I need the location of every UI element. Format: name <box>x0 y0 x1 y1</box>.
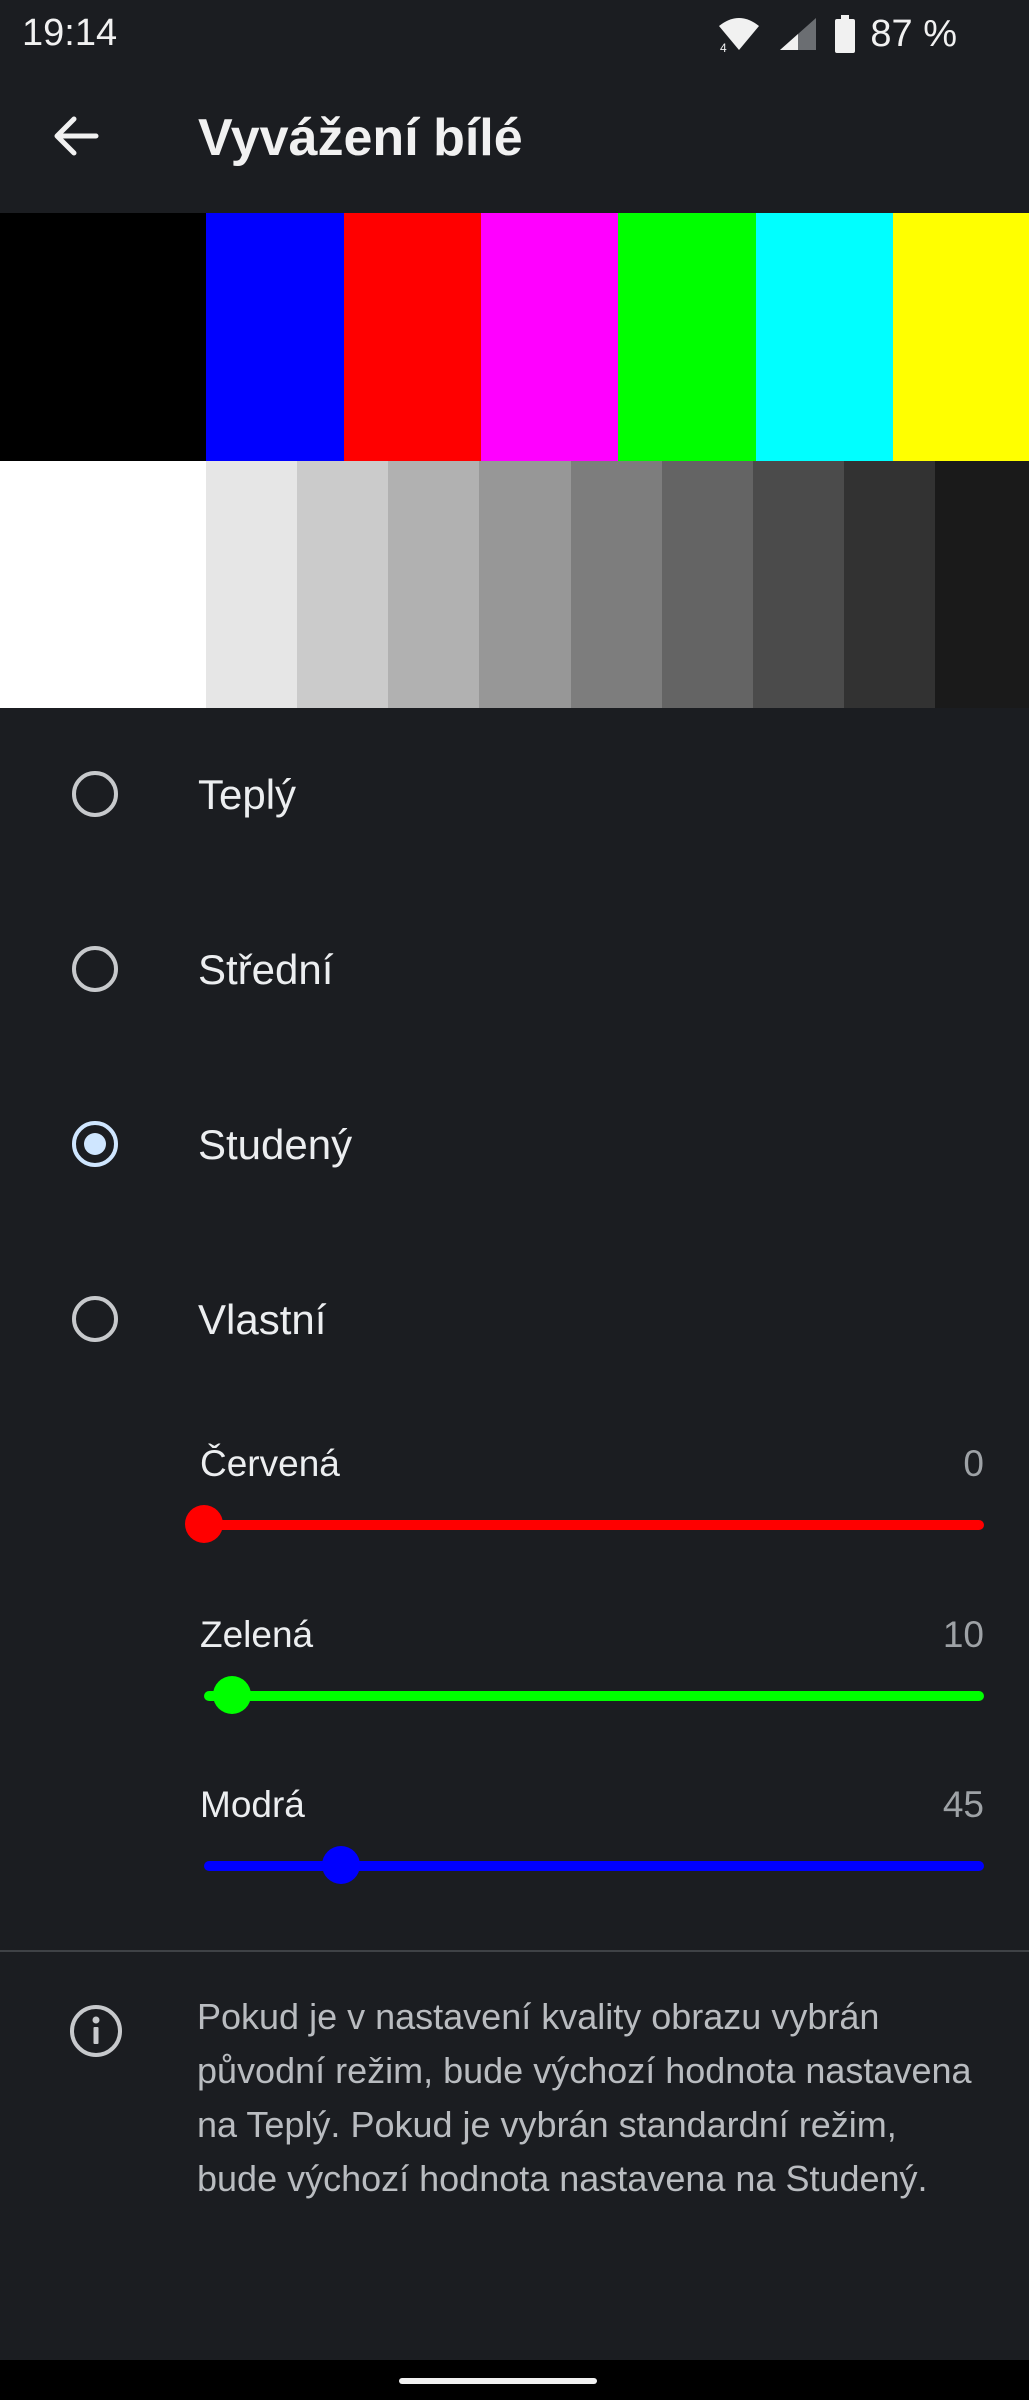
gray-swatch <box>479 461 571 708</box>
gesture-handle[interactable] <box>399 2378 597 2384</box>
wifi-icon: 4 <box>719 18 760 54</box>
radio-button[interactable] <box>72 1121 118 1167</box>
divider <box>0 1950 1029 1952</box>
slider-thumb[interactable] <box>185 1505 223 1543</box>
slider-track[interactable] <box>204 1691 984 1701</box>
slider-track[interactable] <box>204 1861 984 1871</box>
signal-icon <box>780 18 817 50</box>
status-icons: 4 87 % <box>716 12 957 56</box>
gray-swatch <box>571 461 662 708</box>
color-swatch <box>893 213 1029 461</box>
slider-thumb[interactable] <box>321 1846 360 1884</box>
option-warm[interactable]: Teplý <box>0 727 1029 867</box>
radio-button[interactable] <box>72 946 118 992</box>
app-bar: Vyvážení bílé <box>0 68 1029 213</box>
slider-value: 0 <box>963 1443 984 1484</box>
battery-percentage: 87 % <box>870 12 957 55</box>
gray-swatch <box>297 461 388 708</box>
option-medium[interactable]: Střední <box>0 902 1029 1042</box>
info-icon <box>70 2005 122 2057</box>
gray-swatch <box>662 461 753 708</box>
status-time: 19:14 <box>22 12 118 54</box>
svg-text:4: 4 <box>720 41 727 54</box>
radio-button[interactable] <box>72 771 118 817</box>
green-slider: Zelená 10 <box>200 1614 990 1784</box>
slider-label: Zelená <box>200 1614 314 1655</box>
color-swatch <box>344 213 481 461</box>
blue-slider: Modrá 45 <box>200 1784 990 1954</box>
option-label: Vlastní <box>198 1296 327 1343</box>
option-label: Studený <box>198 1121 353 1168</box>
navigation-bar <box>0 2360 1029 2400</box>
color-swatch <box>618 213 756 461</box>
color-swatch <box>481 213 618 461</box>
gray-swatch <box>844 461 935 708</box>
info-text: Pokud je v nastavení kvality obrazu vybr… <box>197 1996 972 2199</box>
gray-swatch <box>206 461 297 708</box>
option-label: Střední <box>198 946 334 993</box>
slider-track[interactable] <box>204 1520 984 1530</box>
color-swatch <box>756 213 893 461</box>
slider-thumb[interactable] <box>213 1676 252 1714</box>
arrow-left-icon <box>54 116 99 156</box>
page-title: Vyvážení bílé <box>198 109 523 167</box>
option-custom[interactable]: Vlastní <box>0 1252 1029 1392</box>
status-bar: 19:14 4 87 % <box>0 0 1029 68</box>
color-swatch <box>206 213 344 461</box>
slider-value: 10 <box>942 1614 984 1655</box>
gray-swatch <box>935 461 1029 708</box>
red-slider: Červená 0 <box>185 1443 990 1613</box>
slider-label: Červená <box>200 1443 340 1484</box>
grayscale-bars-row <box>0 461 1029 708</box>
radio-button[interactable] <box>72 1296 118 1342</box>
gray-swatch <box>753 461 844 708</box>
gray-swatch <box>388 461 479 708</box>
option-label: Teplý <box>198 771 297 818</box>
gray-swatch <box>0 461 206 708</box>
color-swatch <box>0 213 206 461</box>
color-bars-row <box>0 213 1029 461</box>
slider-value: 45 <box>942 1784 984 1825</box>
battery-icon <box>835 15 856 53</box>
back-button[interactable] <box>44 104 108 168</box>
option-cold[interactable]: Studený <box>0 1077 1029 1217</box>
color-bar-preview <box>0 213 1029 708</box>
slider-label: Modrá <box>200 1784 305 1825</box>
